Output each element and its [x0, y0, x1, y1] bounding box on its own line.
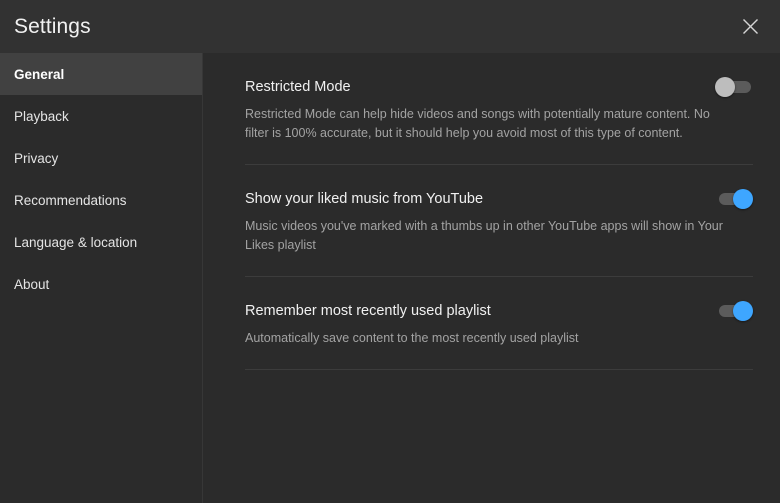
remember-recent-playlist-toggle[interactable]	[717, 301, 753, 321]
sidebar-item-playback[interactable]: Playback	[0, 95, 202, 137]
setting-title: Show your liked music from YouTube	[245, 191, 484, 207]
setting-description: Restricted Mode can help hide videos and…	[245, 107, 710, 140]
setting-row: Show your liked music from YouTube Music…	[245, 165, 753, 277]
restricted-mode-toggle[interactable]	[715, 77, 753, 97]
setting-title: Restricted Mode	[245, 79, 351, 95]
settings-content: Restricted Mode Restricted Mode can help…	[203, 53, 780, 503]
settings-window: Settings General Playback Privacy Recomm…	[0, 0, 780, 503]
sidebar-item-label: Playback	[14, 108, 69, 124]
show-liked-music-toggle[interactable]	[717, 189, 753, 209]
sidebar-item-label: Recommendations	[14, 192, 127, 208]
setting-title: Remember most recently used playlist	[245, 303, 491, 319]
close-icon[interactable]	[734, 11, 766, 43]
page-title: Settings	[14, 14, 91, 38]
sidebar-item-general[interactable]: General	[0, 53, 202, 95]
sidebar: General Playback Privacy Recommendations…	[0, 53, 203, 503]
sidebar-item-label: General	[14, 66, 65, 82]
sidebar-item-about[interactable]: About	[0, 263, 202, 305]
window-header: Settings	[0, 0, 780, 53]
toggle-knob	[715, 77, 735, 97]
sidebar-item-label: Privacy	[14, 150, 59, 166]
setting-row: Remember most recently used playlist Aut…	[245, 277, 753, 370]
toggle-knob	[733, 301, 753, 321]
setting-description: Music videos you've marked with a thumbs…	[245, 219, 723, 252]
toggle-knob	[733, 189, 753, 209]
sidebar-item-label: Language & location	[14, 234, 138, 250]
sidebar-item-recommendations[interactable]: Recommendations	[0, 179, 202, 221]
sidebar-item-privacy[interactable]: Privacy	[0, 137, 202, 179]
sidebar-item-language-location[interactable]: Language & location	[0, 221, 202, 263]
setting-description: Automatically save content to the most r…	[245, 331, 579, 345]
sidebar-item-label: About	[14, 276, 50, 292]
setting-row: Restricted Mode Restricted Mode can help…	[245, 53, 753, 165]
